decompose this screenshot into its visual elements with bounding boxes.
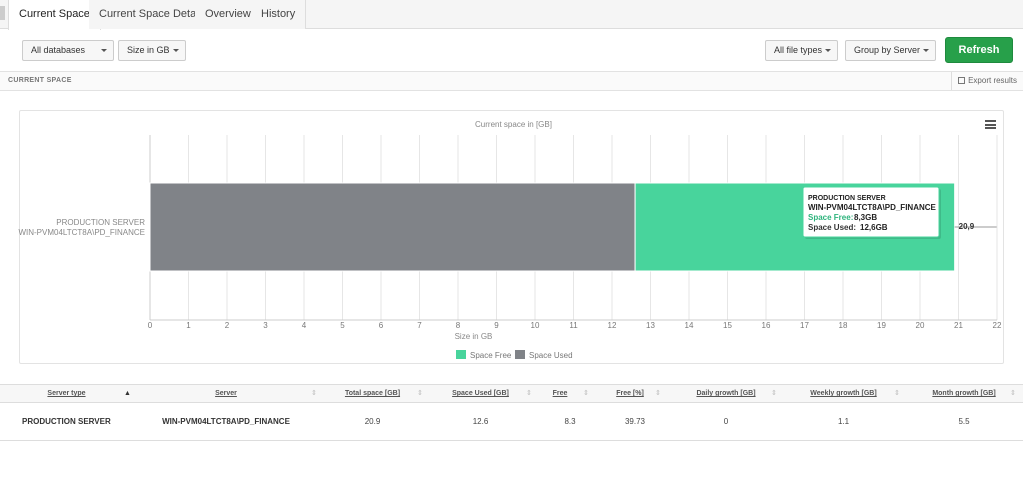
x-tick-label: 18 [839, 321, 848, 330]
column-header-server[interactable]: Server [165, 385, 287, 402]
cell-space-used: 12.6 [472, 417, 489, 426]
x-tick-label: 6 [379, 321, 384, 330]
chart-title: Current space in [GB] [475, 120, 552, 129]
tooltip-used-value: 12,6GB [860, 223, 888, 232]
x-tick-label: 20 [916, 321, 925, 330]
sort-icon[interactable]: ⇕ [417, 385, 423, 402]
sort-icon[interactable]: ⇕ [771, 385, 777, 402]
legend-swatch-space-free [456, 350, 466, 359]
cell-daily-growth: 0 [723, 417, 729, 426]
x-axis-label: Size in GB [455, 332, 493, 341]
cell-weekly-growth: 1.1 [837, 417, 850, 426]
x-tick-label: 8 [456, 321, 461, 330]
x-tick-label: 17 [800, 321, 809, 330]
y-category-label: WIN-PVM04LTCT8A\PD_FINANCE [18, 228, 145, 237]
x-tick-label: 21 [954, 321, 963, 330]
tooltip-used-label: Space Used: [808, 223, 856, 232]
tooltip-free-value: 8,3GB [854, 213, 877, 222]
x-tick-label: 15 [723, 321, 732, 330]
total-data-label: 20,9 [959, 222, 975, 231]
x-tick-label: 7 [417, 321, 422, 330]
column-header-month-growth[interactable]: Month growth [GB] [924, 385, 1004, 402]
x-tick-label: 4 [302, 321, 307, 330]
sort-icon[interactable]: ⇕ [894, 385, 900, 402]
column-header-total-space[interactable]: Total space [GB] [335, 385, 410, 402]
x-tick-label: 19 [877, 321, 886, 330]
cell-server: WIN-PVM04LTCT8A\PD_FINANCE [162, 417, 290, 426]
x-tick-label: 22 [993, 321, 1002, 330]
cell-server-type: PRODUCTION SERVER [22, 417, 111, 426]
cell-total-space: 20.9 [364, 417, 381, 426]
column-header-space-used[interactable]: Space Used [GB] [443, 385, 518, 402]
x-tick-label: 11 [569, 321, 578, 330]
x-tick-label: 3 [263, 321, 268, 330]
legend-label-space-free: Space Free [470, 351, 512, 360]
x-tick-label: 14 [685, 321, 694, 330]
column-header-free[interactable]: Free [GB] [545, 385, 575, 414]
x-tick-label: 12 [608, 321, 617, 330]
tooltip-server-type: PRODUCTION SERVER [808, 195, 886, 202]
x-tick-label: 13 [646, 321, 655, 330]
x-tick-label: 9 [494, 321, 499, 330]
legend-label-space-used: Space Used [529, 351, 573, 360]
y-category-label: PRODUCTION SERVER [56, 218, 145, 227]
sort-asc-icon[interactable]: ▲ [124, 385, 131, 402]
x-tick-label: 10 [531, 321, 540, 330]
column-header-daily-growth[interactable]: Daily growth [GB] [688, 385, 764, 402]
column-header-weekly-growth[interactable]: Weekly growth [GB] [801, 385, 886, 402]
table-header: Server type ▲ Server ⇕ Total space [GB] … [0, 384, 1023, 414]
legend-swatch-space-used [515, 350, 525, 359]
x-tick-label: 16 [762, 321, 771, 330]
sort-icon[interactable]: ⇕ [655, 385, 661, 402]
sort-icon[interactable]: ⇕ [1010, 385, 1016, 402]
sort-icon[interactable]: ⇕ [526, 385, 532, 402]
column-header-free-percent[interactable]: Free [%] [615, 385, 645, 402]
x-tick-label: 0 [148, 321, 153, 330]
cell-free: 8.3 [564, 417, 576, 426]
sort-icon[interactable]: ⇕ [583, 385, 589, 402]
x-tick-label: 5 [340, 321, 345, 330]
tooltip-server-name: WIN-PVM04LTCT8A\PD_FINANCE [808, 203, 937, 212]
x-tick-label: 2 [225, 321, 230, 330]
chart-menu-icon[interactable] [985, 120, 996, 129]
bar-space-used [149, 182, 636, 272]
x-tick-label: 1 [186, 321, 191, 330]
sort-icon[interactable]: ⇕ [311, 385, 317, 402]
column-header-server-type[interactable]: Server type [20, 385, 113, 402]
cell-month-growth: 5.5 [958, 417, 970, 426]
cell-free-percent: 39.73 [624, 417, 646, 426]
table-row[interactable]: PRODUCTION SERVER WIN-PVM04LTCT8A\PD_FIN… [0, 403, 1023, 441]
tooltip-free-label: Space Free: [808, 213, 853, 222]
